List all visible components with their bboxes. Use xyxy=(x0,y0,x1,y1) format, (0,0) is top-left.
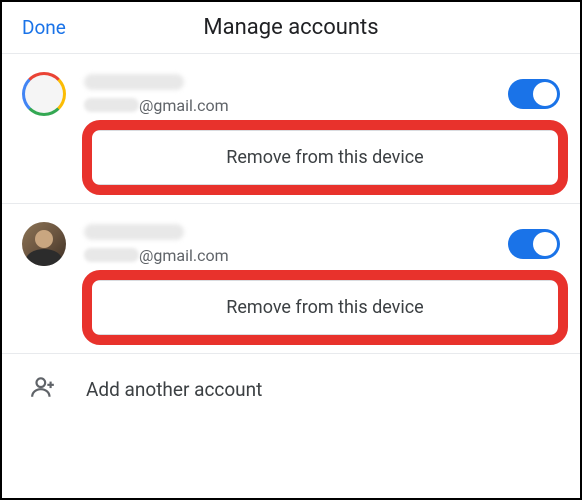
account-email-redacted xyxy=(84,248,139,262)
remove-from-device-button[interactable]: Remove from this device xyxy=(90,280,560,335)
person-add-icon xyxy=(30,374,56,404)
account-name-redacted xyxy=(84,74,184,90)
account-email-domain: @gmail.com xyxy=(139,246,229,265)
account-info: @gmail.com xyxy=(84,74,490,115)
header: Done Manage accounts xyxy=(2,2,580,53)
account-main: @gmail.com xyxy=(22,72,560,116)
account-name-redacted xyxy=(84,224,184,240)
account-email-domain: @gmail.com xyxy=(139,96,229,115)
page-title: Manage accounts xyxy=(203,15,378,40)
add-account-label: Add another account xyxy=(86,378,262,401)
remove-from-device-button[interactable]: Remove from this device xyxy=(90,130,560,185)
account-info: @gmail.com xyxy=(84,224,490,265)
avatar xyxy=(22,72,66,116)
account-main: @gmail.com xyxy=(22,222,560,266)
add-another-account-button[interactable]: Add another account xyxy=(2,353,580,424)
account-email-redacted xyxy=(84,98,139,112)
done-button[interactable]: Done xyxy=(22,16,66,39)
account-item: @gmail.com Remove from this device xyxy=(2,203,580,335)
avatar xyxy=(22,222,66,266)
account-toggle[interactable] xyxy=(508,229,560,259)
account-toggle[interactable] xyxy=(508,79,560,109)
account-item: @gmail.com Remove from this device xyxy=(2,53,580,185)
